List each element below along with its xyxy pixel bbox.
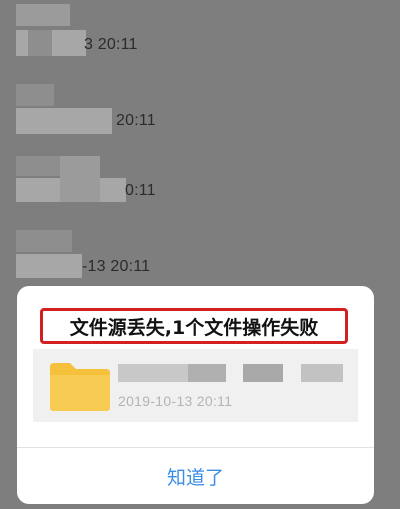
dialog-title: 文件源丢失,1个文件操作失败 [40,308,348,344]
list-item[interactable]: 20:11 [0,74,400,144]
file-time: 2019-10-13 20:11 [118,393,233,409]
blurred-name [16,254,82,278]
list-item[interactable]: 0:11 [0,150,400,220]
blurred-thumbnail [16,4,70,26]
failed-file-card: 2019-10-13 20:11 [33,349,358,422]
blurred-file-name [301,364,343,382]
item-time: 20:11 [116,112,156,129]
blurred-name [60,156,100,202]
blurred-thumbnail [16,84,54,106]
blurred-file-name [118,364,188,382]
blurred-name [28,30,52,56]
ok-button[interactable]: 知道了 [17,448,374,504]
blurred-name [16,108,112,134]
blurred-file-name [243,364,283,382]
item-time: -13 20:11 [82,258,151,275]
item-time: 0:11 [125,182,156,199]
folder-icon [50,361,110,411]
blurred-file-name [188,364,226,382]
alert-dialog: 文件源丢失,1个文件操作失败 2019-10-13 20:11 知道了 [17,286,374,504]
blurred-thumbnail [16,230,72,252]
item-time: 3 20:11 [84,36,138,53]
list-item[interactable]: 3 20:11 [0,0,400,70]
